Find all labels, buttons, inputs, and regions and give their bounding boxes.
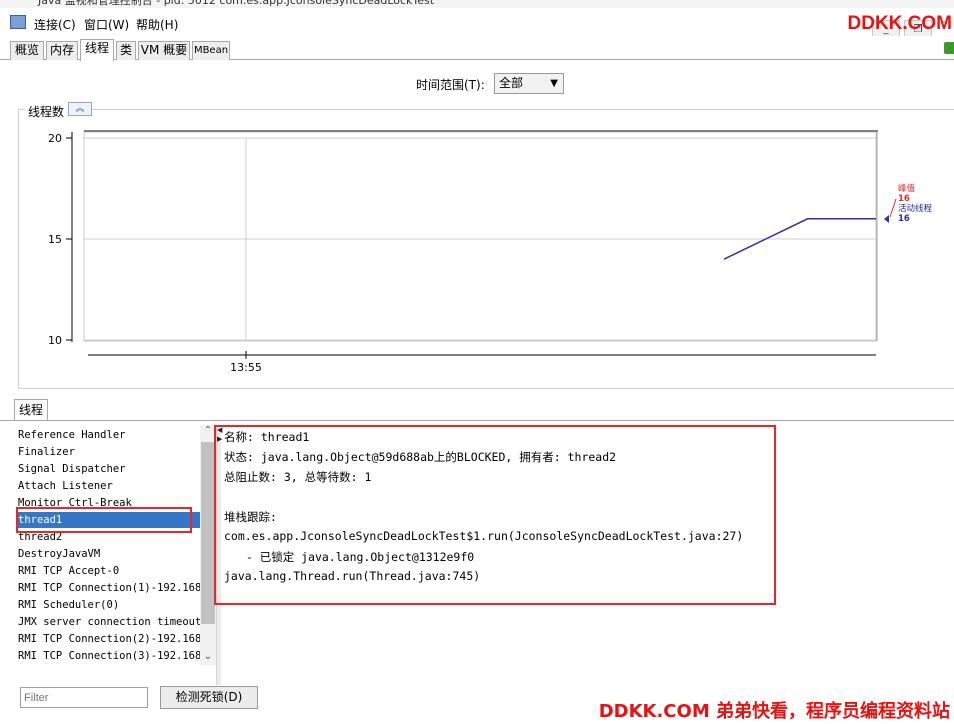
thread-list[interactable]: Reference Handler Finalizer Signal Dispatc… xyxy=(14,425,216,668)
highlight-box xyxy=(214,425,776,605)
legend-peak-value: 16 xyxy=(898,194,910,204)
thread-list-item[interactable]: RMI TCP Connection(3)-192.168. xyxy=(18,648,208,664)
x-tick-label: 13:55 xyxy=(230,361,262,374)
legend-peak-label: 峰值 xyxy=(898,183,916,194)
thread-list-item[interactable]: Finalizer xyxy=(18,444,75,460)
thread-list-item[interactable]: RMI Scheduler(0) xyxy=(18,597,119,613)
thread-list-item[interactable]: Signal Dispatcher xyxy=(18,461,125,477)
thread-list-item[interactable]: JMX server connection timeout xyxy=(18,614,201,630)
tab-threads-list[interactable]: 线程 xyxy=(14,399,48,421)
y-tick-label: 15 xyxy=(48,233,62,246)
legend-leader xyxy=(889,198,897,218)
legend-marker-icon xyxy=(884,215,889,223)
thread-count-chart: 20 15 10 13:55 峰值 16 活动线程 16 xyxy=(48,130,933,374)
thread-list-item[interactable]: DestroyJavaVM xyxy=(18,546,100,562)
plot-area xyxy=(83,131,877,342)
thread-list-item[interactable]: Reference Handler xyxy=(18,427,125,443)
scrollbar-thumb[interactable] xyxy=(201,442,215,624)
thread-list-item[interactable]: RMI TCP Connection(1)-192.168. xyxy=(18,580,208,596)
scroll-down-icon[interactable]: ⌄ xyxy=(200,651,216,662)
y-ticks: 20 15 10 xyxy=(48,132,72,347)
detect-deadlock-button[interactable]: 检测死锁(D) xyxy=(160,686,258,709)
filter-input[interactable] xyxy=(20,687,148,708)
highlight-box xyxy=(16,507,192,533)
divider xyxy=(0,420,954,421)
y-tick-label: 10 xyxy=(48,334,62,347)
thread-list-item[interactable]: RMI TCP Connection(2)-192.168. xyxy=(18,631,208,647)
legend-active-value: 16 xyxy=(898,214,910,224)
thread-list-item[interactable]: RMI TCP Accept-0 xyxy=(18,563,119,579)
thread-list-item[interactable]: Attach Listener xyxy=(18,478,113,494)
watermark-banner: DDKK.COM 弟弟快看，程序员编程资料站 xyxy=(598,701,950,722)
x-ticks: 13:55 xyxy=(230,351,262,374)
legend-active-label: 活动线程 xyxy=(898,203,933,214)
y-tick-label: 20 xyxy=(48,132,62,145)
